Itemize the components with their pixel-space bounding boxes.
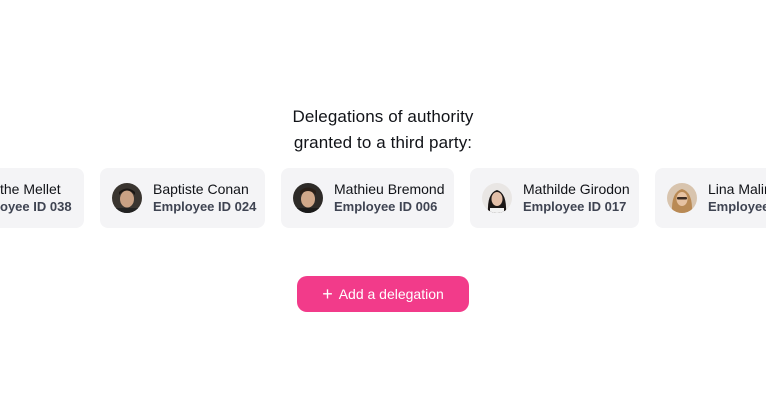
title-line-1: Delegations of authority: [292, 107, 474, 126]
delegate-name: Lina Malin: [708, 181, 766, 197]
delegate-card[interactable]: the Mellet oyee ID 038: [0, 168, 84, 228]
page-title: Delegations of authority granted to a th…: [0, 104, 766, 156]
delegate-employee-id: Employee: [708, 199, 766, 214]
avatar: [667, 183, 697, 213]
add-delegation-button[interactable]: + Add a delegation: [297, 276, 469, 312]
title-line-2: granted to a third party:: [293, 133, 473, 152]
delegate-employee-id: Employee ID 017: [523, 199, 627, 214]
delegate-card[interactable]: Lina Malin Employee: [655, 168, 766, 228]
delegate-name: Mathilde Girodon: [523, 181, 630, 197]
avatar: [293, 183, 323, 213]
delegations-panel: Delegations of authority granted to a th…: [0, 0, 766, 400]
delegate-employee-id: Employee ID 024: [153, 199, 257, 214]
delegate-name: Baptiste Conan: [153, 181, 249, 197]
avatar: [112, 183, 142, 213]
delegate-card[interactable]: Baptiste Conan Employee ID 024: [100, 168, 265, 228]
avatar: [482, 183, 512, 213]
plus-icon: +: [322, 284, 333, 304]
delegate-name: Mathieu Bremond: [334, 181, 445, 197]
delegate-carousel[interactable]: the Mellet oyee ID 038 Baptiste Conan Em…: [0, 168, 766, 228]
delegate-employee-id: Employee ID 006: [334, 199, 438, 214]
delegate-employee-id: oyee ID 038: [0, 199, 72, 214]
add-delegation-label: Add a delegation: [338, 286, 444, 302]
delegate-card[interactable]: Mathieu Bremond Employee ID 006: [281, 168, 454, 228]
delegate-name: the Mellet: [0, 181, 61, 197]
delegate-card[interactable]: Mathilde Girodon Employee ID 017: [470, 168, 639, 228]
